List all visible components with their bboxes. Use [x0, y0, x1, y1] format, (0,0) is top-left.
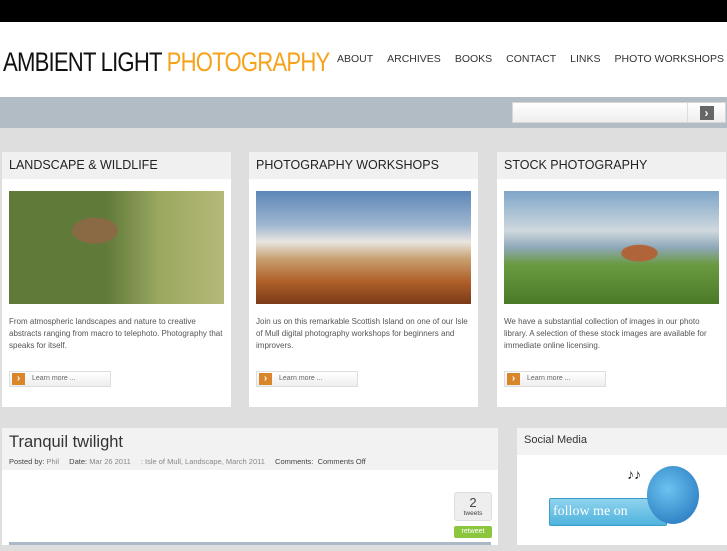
- nav-archives[interactable]: ARCHIVES: [387, 53, 441, 65]
- top-bar: [0, 0, 727, 22]
- comments-label: Comments:: [275, 457, 314, 466]
- post-comments: Comments Off: [317, 457, 366, 466]
- card-text: From atmospheric landscapes and nature t…: [9, 317, 223, 350]
- social-media-widget: Social Media ♪♪ follow me on twitter: [517, 428, 727, 545]
- post-meta: Posted by: Phil Date: Mar 26 2011 : Isle…: [9, 457, 491, 466]
- logo-text: AMBIENT LIGHT: [3, 47, 162, 77]
- mountain-landscape-photo[interactable]: [256, 191, 471, 304]
- nav-contact[interactable]: CONTACT: [506, 53, 556, 65]
- nav-links[interactable]: LINKS: [570, 53, 600, 65]
- learn-more-button[interactable]: › Learn more ...: [9, 371, 111, 387]
- card-photography-workshops: PHOTOGRAPHY WORKSHOPS Join us on this re…: [249, 152, 478, 407]
- search-input[interactable]: ›: [512, 102, 726, 123]
- button-label: Learn more ...: [527, 375, 571, 382]
- post-date: Mar 26 2011: [89, 457, 131, 466]
- card-stock-photography: STOCK PHOTOGRAPHY We have a substantial …: [497, 152, 726, 407]
- post-title[interactable]: Tranquil twilight: [9, 433, 491, 452]
- main-nav: ABOUT ARCHIVES BOOKS CONTACT LINKS PHOTO…: [337, 53, 724, 65]
- nav-books[interactable]: BOOKS: [455, 53, 492, 65]
- music-notes-icon: ♪♪: [627, 466, 641, 482]
- arrow-right-icon: ›: [259, 373, 272, 385]
- learn-more-button[interactable]: › Learn more ...: [504, 371, 606, 387]
- tweet-count-value: 2: [469, 495, 477, 510]
- card-text: Join us on this remarkable Scottish Isla…: [256, 317, 468, 350]
- logo-text-accent: PHOTOGRAPHY: [166, 47, 331, 77]
- blog-post: Tranquil twilight Posted by: Phil Date: …: [2, 428, 498, 545]
- card-title: LANDSCAPE & WILDLIFE: [2, 152, 231, 179]
- nav-about[interactable]: ABOUT: [337, 53, 373, 65]
- nav-photo-workshops[interactable]: PHOTO WORKSHOPS: [615, 53, 725, 65]
- search-button[interactable]: ›: [687, 103, 725, 122]
- post-categories[interactable]: : Isle of Mull, Landscape, March 2011: [141, 457, 265, 466]
- chevron-right-icon: ›: [699, 105, 714, 120]
- tweets-label: tweets: [463, 510, 483, 517]
- red-deer-photo[interactable]: [504, 191, 719, 304]
- learn-more-button[interactable]: › Learn more ...: [256, 371, 358, 387]
- post-author[interactable]: Phil: [47, 457, 60, 466]
- date-label: Date:: [69, 457, 88, 466]
- retweet-button[interactable]: retweet: [454, 526, 492, 538]
- button-label: Learn more ...: [32, 375, 76, 382]
- card-title: STOCK PHOTOGRAPHY: [497, 152, 726, 179]
- header: AMBIENT LIGHT PHOTOGRAPHY ABOUT ARCHIVES…: [0, 22, 727, 97]
- card-landscape-wildlife: LANDSCAPE & WILDLIFE From atmospheric la…: [2, 152, 231, 407]
- posted-by-label: Posted by:: [9, 457, 45, 466]
- snipe-bird-photo[interactable]: [9, 191, 224, 304]
- widget-title: Social Media: [517, 428, 727, 455]
- button-label: Learn more ...: [279, 375, 323, 382]
- tweet-count: 2 tweets: [454, 492, 492, 521]
- card-title: PHOTOGRAPHY WORKSHOPS: [249, 152, 478, 179]
- card-text: We have a substantial collection of imag…: [504, 317, 707, 350]
- arrow-right-icon: ›: [507, 373, 520, 385]
- arrow-right-icon: ›: [12, 373, 25, 385]
- site-logo[interactable]: AMBIENT LIGHT PHOTOGRAPHY: [3, 47, 331, 78]
- twitter-bird-icon[interactable]: [647, 466, 699, 524]
